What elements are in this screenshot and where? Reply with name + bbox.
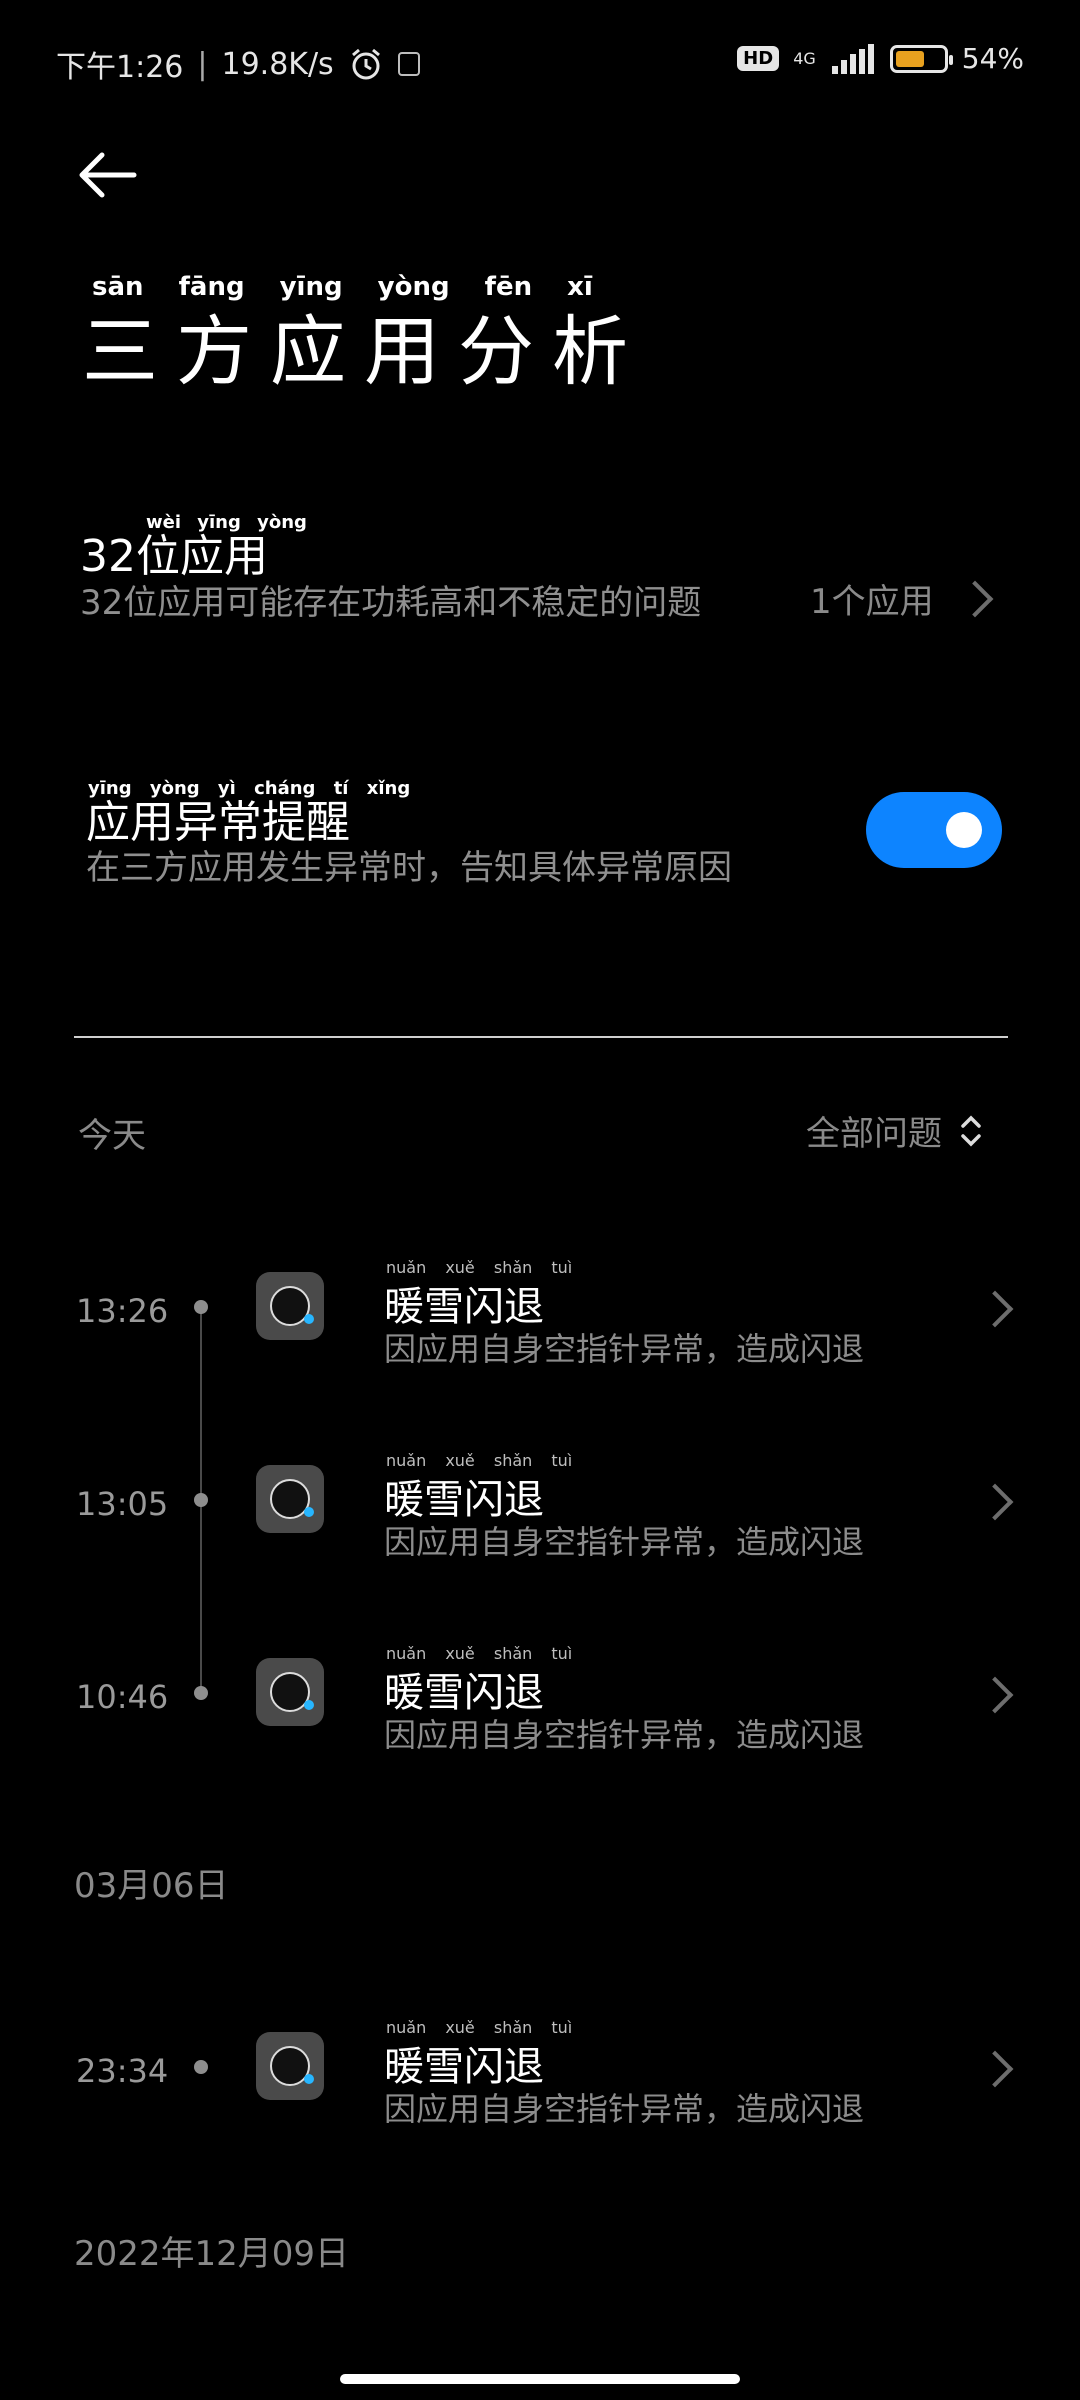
entry-time: 23:34 xyxy=(76,2052,169,2090)
entry-time: 13:26 xyxy=(76,1292,169,1330)
section-32bit-description: 32位应用可能存在功耗高和不稳定的问题 xyxy=(80,583,702,623)
crash-entry[interactable]: 13:05 nuǎn xuě shǎn tuì 暖雪闪退 因应用自身空指针异常，… xyxy=(0,1451,1080,1613)
page-title: 三方应用分析 xyxy=(82,307,646,396)
app-icon xyxy=(256,2032,324,2100)
signal-icon xyxy=(831,43,874,74)
sort-updown-icon xyxy=(961,1115,981,1146)
back-arrow-icon[interactable] xyxy=(78,150,138,200)
app-icon xyxy=(256,1272,324,1340)
entry-time: 13:05 xyxy=(76,1485,169,1523)
crash-entry[interactable]: 23:34 nuǎn xuě shǎn tuì 暖雪闪退 因应用自身空指针异常，… xyxy=(0,2018,1080,2180)
entry-time: 10:46 xyxy=(76,1678,169,1716)
group-label-date: 2022年12月09日 xyxy=(74,2234,350,2274)
app-icon xyxy=(256,1658,324,1726)
status-time: 下午1:26 xyxy=(56,50,184,85)
entry-description: 因应用自身空指针异常，造成闪退 xyxy=(384,2090,865,2128)
network-type: 4G xyxy=(793,49,816,68)
group-label-today: 今天 xyxy=(78,1116,146,1156)
security-shield-icon xyxy=(397,52,420,76)
entry-description: 因应用自身空指针异常，造成闪退 xyxy=(384,1716,865,1754)
home-indicator[interactable] xyxy=(340,2374,740,2384)
toggle-knob xyxy=(946,812,982,848)
status-bar-right: HD 4G 54% xyxy=(737,42,1024,75)
chevron-right-icon xyxy=(976,2050,1014,2088)
crash-entry[interactable]: 10:46 nuǎn xuě shǎn tuì 暖雪闪退 因应用自身空指针异常，… xyxy=(0,1644,1080,1806)
filter-all-issues: 全部问题 xyxy=(806,1114,942,1154)
chevron-right-icon xyxy=(976,1483,1014,1521)
group-label-date: 03月06日 xyxy=(74,1866,229,1906)
status-separator: | xyxy=(197,46,208,82)
entry-description: 因应用自身空指针异常，造成闪退 xyxy=(384,1523,865,1561)
timeline-dot xyxy=(194,1686,208,1700)
issue-filter-dropdown[interactable]: 全部问题 xyxy=(806,1106,982,1155)
network-speed: 19.8K/s xyxy=(221,46,334,82)
divider xyxy=(74,1036,1008,1038)
chevron-right-icon xyxy=(956,580,994,617)
section-32bit-link[interactable]: 1个应用 xyxy=(810,574,994,623)
app-icon xyxy=(256,1465,324,1533)
chevron-right-icon xyxy=(976,1290,1014,1328)
alert-toggle-switch[interactable] xyxy=(866,792,1002,868)
timeline-dot xyxy=(194,1300,208,1314)
app-count: 1个应用 xyxy=(810,582,934,622)
battery-percent: 54% xyxy=(961,42,1024,75)
entry-description: 因应用自身空指针异常，造成闪退 xyxy=(384,1330,865,1368)
timeline-dot xyxy=(194,1493,208,1507)
timeline-dot xyxy=(194,2060,208,2074)
battery-icon xyxy=(889,44,953,73)
crash-entry[interactable]: 13:26 nuǎn xuě shǎn tuì 暖雪闪退 因应用自身空指针异常，… xyxy=(0,1258,1080,1420)
hd-badge: HD xyxy=(737,46,780,71)
alarm-icon xyxy=(351,48,380,80)
status-bar-left: 下午1:26 | 19.8K/s xyxy=(56,42,420,86)
chevron-right-icon xyxy=(976,1676,1014,1714)
section-alert-description: 在三方应用发生异常时，告知具体异常原因 xyxy=(86,848,732,888)
